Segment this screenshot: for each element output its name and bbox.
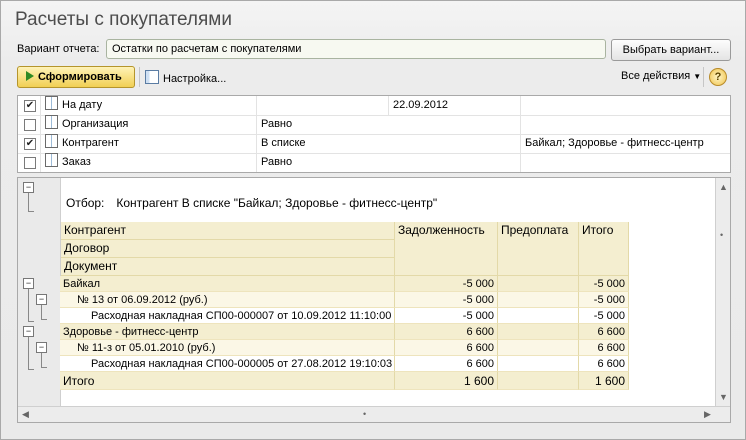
horizontal-scrollbar[interactable]: ◀ • ▶ (18, 406, 730, 422)
play-icon (26, 71, 34, 81)
header-group2: Договор (61, 240, 395, 258)
row-prepay (498, 308, 579, 324)
row-debt: -5 000 (395, 308, 498, 324)
filter-field-icon (45, 153, 58, 167)
all-actions-menu[interactable]: Все действия ▼ (621, 70, 701, 82)
header-debt: Задолженность (395, 222, 498, 276)
filter-value[interactable] (520, 115, 730, 134)
vertical-scrollbar[interactable]: ▲ • ▼ (715, 178, 730, 406)
collapse-icon[interactable]: − (23, 326, 34, 337)
collapse-icon[interactable]: − (23, 182, 34, 193)
filter-condition[interactable]: Равно (256, 153, 520, 172)
report-filter-label: Отбор: (66, 196, 105, 210)
grand-total-total: 1 600 (579, 372, 629, 390)
row-name: Байкал (60, 276, 395, 292)
filter-condition[interactable]: В списке (256, 134, 520, 153)
header-group1: Контрагент (61, 222, 395, 240)
toolbar-separator-2 (703, 67, 704, 87)
row-name: Здоровье - фитнесс-центр (60, 324, 395, 340)
generate-button[interactable]: Сформировать (17, 66, 135, 88)
all-actions-label: Все действия (621, 70, 691, 82)
filters-table: ✔ На дату 22.09.2012 Организация Равно ✔… (17, 95, 731, 173)
row-debt: 6 600 (395, 340, 498, 356)
scroll-thumb-icon[interactable]: • (363, 409, 366, 419)
filter-condition[interactable] (256, 96, 388, 115)
filter-name: Контрагент (62, 137, 119, 149)
collapse-icon[interactable]: − (36, 342, 47, 353)
row-debt: -5 000 (395, 276, 498, 292)
header-group3: Документ (61, 258, 395, 276)
row-total: 6 600 (579, 340, 629, 356)
filter-checkbox[interactable] (24, 157, 36, 169)
row-debt: 6 600 (395, 324, 498, 340)
filter-field-icon (45, 115, 58, 129)
report-filter-text: Контрагент В списке "Байкал; Здоровье - … (116, 196, 438, 210)
filter-row: ✔ Контрагент В списке Байкал; Здоровье -… (18, 134, 730, 154)
report-spreadsheet[interactable]: − Отбор: Контрагент В списке "Байкал; Здо… (17, 177, 731, 423)
row-name: Расходная накладная СП00-000005 от 27.08… (60, 356, 395, 372)
filter-condition[interactable]: Равно (256, 115, 520, 134)
report-window: Расчеты с покупателями Вариант отчета: О… (0, 0, 746, 440)
settings-grid-icon (145, 70, 159, 84)
grand-total-debt: 1 600 (395, 372, 498, 390)
settings-label: Настройка... (163, 73, 227, 85)
help-icon[interactable]: ? (709, 68, 727, 86)
filter-row: Организация Равно (18, 115, 730, 135)
filter-checkbox[interactable]: ✔ (24, 138, 36, 150)
header-total: Итого (579, 222, 629, 276)
filter-name: На дату (62, 99, 103, 111)
row-total: -5 000 (579, 292, 629, 308)
collapse-icon[interactable]: − (23, 278, 34, 289)
toolbar-separator (139, 67, 140, 87)
filter-value[interactable] (520, 153, 730, 172)
scroll-left-icon[interactable]: ◀ (22, 409, 29, 420)
choose-variant-button[interactable]: Выбрать вариант... (611, 39, 731, 61)
grand-total-prepay (498, 372, 579, 390)
row-prepay (498, 276, 579, 292)
row-prepay (498, 292, 579, 308)
row-total: -5 000 (579, 276, 629, 292)
grand-total-label: Итого (60, 372, 395, 390)
generate-label: Сформировать (38, 71, 122, 83)
filter-field-icon (45, 96, 58, 110)
settings-button[interactable]: Настройка... (145, 70, 226, 85)
filter-checkbox[interactable] (24, 119, 36, 131)
scroll-thumb-icon[interactable]: • (720, 230, 723, 240)
row-prepay (498, 340, 579, 356)
scroll-right-icon[interactable]: ▶ (704, 409, 711, 420)
row-total: 6 600 (579, 356, 629, 372)
variant-field[interactable]: Остатки по расчетам с покупателями (106, 39, 606, 59)
row-name: Расходная накладная СП00-000007 от 10.09… (60, 308, 395, 324)
row-name: № 11-з от 05.01.2010 (руб.) (60, 340, 395, 356)
grouping-gutter (18, 178, 61, 406)
filter-field-icon (45, 134, 58, 148)
row-name: № 13 от 06.09.2012 (руб.) (60, 292, 395, 308)
scroll-up-icon[interactable]: ▲ (719, 182, 728, 192)
row-debt: 6 600 (395, 356, 498, 372)
row-prepay (498, 324, 579, 340)
filter-checkbox[interactable]: ✔ (24, 100, 36, 112)
collapse-icon[interactable]: − (36, 294, 47, 305)
variant-label: Вариант отчета: (17, 43, 100, 55)
scroll-down-icon[interactable]: ▼ (719, 392, 728, 402)
filter-value-extra[interactable] (520, 96, 730, 115)
filter-value[interactable]: Байкал; Здоровье - фитнесс-центр (520, 134, 730, 153)
filter-row: ✔ На дату 22.09.2012 (18, 96, 730, 116)
row-prepay (498, 356, 579, 372)
filter-name: Заказ (62, 156, 91, 168)
row-debt: -5 000 (395, 292, 498, 308)
filter-row: Заказ Равно (18, 153, 730, 172)
report-filter-line: Отбор: Контрагент В списке "Байкал; Здоро… (66, 196, 437, 210)
filter-value[interactable]: 22.09.2012 (388, 96, 520, 115)
window-title: Расчеты с покупателями (15, 9, 232, 30)
row-total: -5 000 (579, 308, 629, 324)
filter-name: Организация (62, 118, 129, 130)
header-prepay: Предоплата (498, 222, 579, 276)
chevron-down-icon: ▼ (693, 72, 702, 81)
row-total: 6 600 (579, 324, 629, 340)
